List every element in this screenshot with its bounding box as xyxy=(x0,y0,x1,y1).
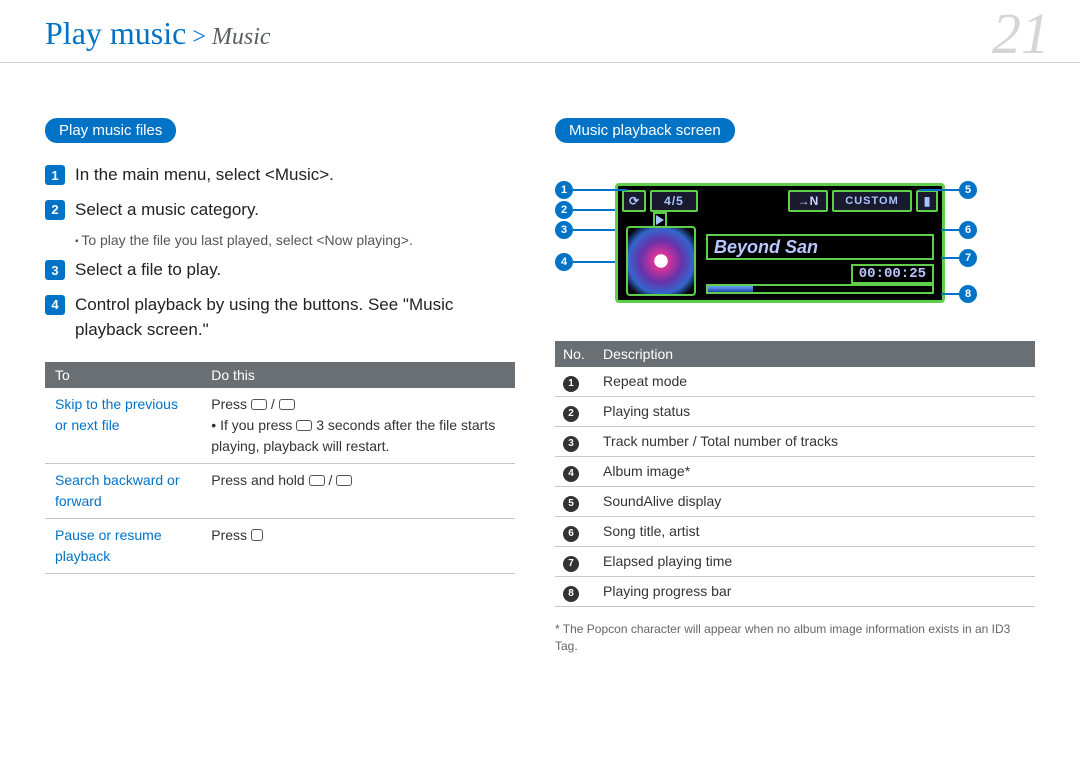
row-num-icon: 8 xyxy=(563,586,579,602)
row-desc: Track number / Total number of tracks xyxy=(595,427,1035,457)
left-button-icon xyxy=(296,420,312,431)
callout-4: 4 xyxy=(555,253,573,271)
action-do: Press and hold / xyxy=(201,464,515,519)
step-3: 3 Select a file to play. xyxy=(45,258,515,283)
left-button-icon xyxy=(309,475,325,486)
col-header-to: To xyxy=(45,362,201,388)
row-desc: SoundAlive display xyxy=(595,487,1035,517)
section-pill-playback-screen: Music playback screen xyxy=(555,118,735,143)
content: Play music files 1 In the main menu, sel… xyxy=(0,63,1080,675)
col-header-desc: Description xyxy=(595,341,1035,367)
callout-2: 2 xyxy=(555,201,573,219)
table-row: 7 Elapsed playing time xyxy=(555,547,1035,577)
table-row: 3 Track number / Total number of tracks xyxy=(555,427,1035,457)
table-row: Skip to the previous or next file Press … xyxy=(45,388,515,464)
callout-7: 7 xyxy=(959,249,977,267)
step-num-icon: 1 xyxy=(45,165,65,185)
soundalive-icon: →N xyxy=(788,190,828,212)
action-do: Press / If you press 3 seconds after the… xyxy=(201,388,515,464)
elapsed-time: 00:00:25 xyxy=(851,264,934,284)
row-num-icon: 7 xyxy=(563,556,579,572)
callout-3: 3 xyxy=(555,221,573,239)
callout-5: 5 xyxy=(959,181,977,199)
col-header-do: Do this xyxy=(201,362,515,388)
do-text: Press xyxy=(211,527,251,543)
callout-1: 1 xyxy=(555,181,573,199)
step-text: In the main menu, select <Music>. xyxy=(75,163,334,188)
row-desc: Playing progress bar xyxy=(595,577,1035,607)
step-text: Select a music category. xyxy=(75,198,259,223)
song-title: Beyond San xyxy=(706,234,934,260)
action-label: Pause or resume playback xyxy=(45,519,201,574)
table-row: 6 Song title, artist xyxy=(555,517,1035,547)
row-num-icon: 4 xyxy=(563,466,579,482)
page-number: 21 xyxy=(992,0,1050,67)
repeat-mode-icon: ⟳ xyxy=(622,190,646,212)
breadcrumb-sep: > xyxy=(192,24,206,51)
callout-6: 6 xyxy=(959,221,977,239)
description-table: No. Description 1 Repeat mode 2 Playing st… xyxy=(555,341,1035,607)
step-num-icon: 3 xyxy=(45,260,65,280)
row-num-icon: 1 xyxy=(563,376,579,392)
battery-icon: ▮ xyxy=(916,190,938,212)
soundalive-label: CUSTOM xyxy=(832,190,912,212)
right-button-icon xyxy=(336,475,352,486)
row-desc: Playing status xyxy=(595,397,1035,427)
progress-bar xyxy=(706,284,934,294)
row-desc: Repeat mode xyxy=(595,367,1035,397)
step-text: Control playback by using the buttons. S… xyxy=(75,293,515,342)
step-1: 1 In the main menu, select <Music>. xyxy=(45,163,515,188)
device-screen: ⟳ 4/5 →N CUSTOM ▮ Beyond San 00:00:25 xyxy=(615,183,945,303)
table-row: 1 Repeat mode xyxy=(555,367,1035,397)
breadcrumb-sub: Music xyxy=(212,24,271,51)
action-label: Search backward or forward xyxy=(45,464,201,519)
page-header: Play music > Music xyxy=(0,0,1080,63)
table-row: Pause or resume playback Press xyxy=(45,519,515,574)
row-num-icon: 3 xyxy=(563,436,579,452)
playback-screen-diagram: ⟳ 4/5 →N CUSTOM ▮ Beyond San 00:00:25 1 … xyxy=(555,163,1035,323)
col-header-no: No. xyxy=(555,341,595,367)
row-num-icon: 2 xyxy=(563,406,579,422)
left-button-icon xyxy=(251,399,267,410)
table-row: 4 Album image* xyxy=(555,457,1035,487)
do-text: Press xyxy=(211,396,251,412)
breadcrumb-main: Play music xyxy=(45,15,186,52)
step-num-icon: 2 xyxy=(45,200,65,220)
table-row: 8 Playing progress bar xyxy=(555,577,1035,607)
action-label: Skip to the previous or next file xyxy=(45,388,201,464)
section-pill-play-files: Play music files xyxy=(45,118,176,143)
step-4: 4 Control playback by using the buttons.… xyxy=(45,293,515,342)
play-pause-button-icon xyxy=(251,529,263,541)
do-bullet: If you press 3 seconds after the file st… xyxy=(211,417,495,454)
row-desc: Song title, artist xyxy=(595,517,1035,547)
album-image xyxy=(626,226,696,296)
action-do: Press xyxy=(201,519,515,574)
step-2: 2 Select a music category. xyxy=(45,198,515,223)
play-status-icon xyxy=(656,215,664,225)
table-row: 5 SoundAlive display xyxy=(555,487,1035,517)
row-num-icon: 5 xyxy=(563,496,579,512)
footnote: * The Popcon character will appear when … xyxy=(555,621,1035,655)
step-num-icon: 4 xyxy=(45,295,65,315)
callout-8: 8 xyxy=(959,285,977,303)
table-row: Search backward or forward Press and hol… xyxy=(45,464,515,519)
do-text: Press and hold xyxy=(211,472,308,488)
controls-table: To Do this Skip to the previous or next … xyxy=(45,362,515,574)
table-row: 2 Playing status xyxy=(555,397,1035,427)
row-num-icon: 6 xyxy=(563,526,579,542)
right-button-icon xyxy=(279,399,295,410)
right-column: Music playback screen ⟳ 4/5 →N CUSTOM ▮ … xyxy=(555,118,1035,655)
step-2-note: To play the file you last played, select… xyxy=(75,232,515,248)
row-desc: Elapsed playing time xyxy=(595,547,1035,577)
row-desc: Album image* xyxy=(595,457,1035,487)
track-counter: 4/5 xyxy=(650,190,698,212)
left-column: Play music files 1 In the main menu, sel… xyxy=(45,118,515,655)
step-text: Select a file to play. xyxy=(75,258,221,283)
